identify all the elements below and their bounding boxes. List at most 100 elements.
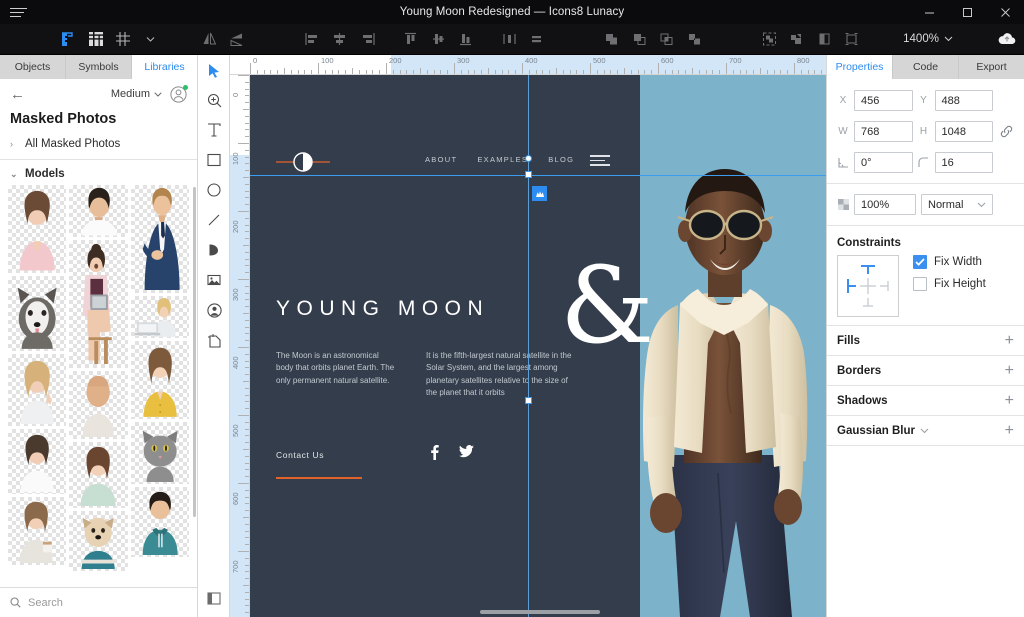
young-moon-logo[interactable]: [276, 151, 330, 173]
add-border-button[interactable]: +: [1005, 363, 1014, 379]
flip-horizontal-icon[interactable]: [196, 25, 224, 53]
tab-properties[interactable]: Properties: [827, 55, 893, 79]
back-arrow-icon[interactable]: ←: [10, 87, 25, 102]
corner-radius-input[interactable]: 16: [935, 152, 994, 173]
mask-icon[interactable]: [755, 25, 783, 53]
thumbnail-grid[interactable]: [0, 185, 197, 617]
pen-tool[interactable]: [198, 235, 230, 265]
maximize-button[interactable]: [948, 0, 986, 24]
convert-outline-icon[interactable]: [838, 25, 866, 53]
close-button[interactable]: [986, 0, 1024, 24]
account-avatar[interactable]: [170, 86, 187, 103]
thumbnail-man-teal-hoodie[interactable]: [131, 487, 189, 557]
artboard-tool[interactable]: [198, 325, 230, 355]
rectangle-tool[interactable]: [198, 145, 230, 175]
nav-link-about[interactable]: ABOUT: [425, 155, 457, 164]
library-item-all-masked-photos[interactable]: › All Masked Photos: [0, 134, 197, 154]
text-tool[interactable]: [198, 115, 230, 145]
blend-mode-select[interactable]: Normal: [921, 194, 993, 215]
align-bottom-icon[interactable]: [452, 25, 480, 53]
selection-rotation-handle[interactable]: [525, 155, 532, 162]
invert-icon[interactable]: [810, 25, 838, 53]
section-fills[interactable]: Fills +: [827, 325, 1024, 355]
difference-icon[interactable]: [681, 25, 709, 53]
pixel-grid-icon[interactable]: [109, 25, 137, 53]
library-group-models[interactable]: ⌄ Models: [0, 160, 197, 186]
canvas-area[interactable]: 0100200300400500600700800 01002003004005…: [230, 55, 826, 617]
thumbnail-woman-white-shirt[interactable]: [8, 429, 66, 494]
subtract-icon[interactable]: [625, 25, 653, 53]
align-top-icon[interactable]: [397, 25, 425, 53]
section-shadows[interactable]: Shadows +: [827, 385, 1024, 415]
select-tool[interactable]: [198, 55, 230, 85]
cloud-icon[interactable]: [990, 32, 1023, 46]
width-input[interactable]: 768: [854, 121, 913, 142]
thumbnail-blonde-woman[interactable]: [8, 354, 66, 426]
hamburger-menu-icon[interactable]: [590, 155, 610, 166]
intersect-icon[interactable]: [653, 25, 681, 53]
thumbnail-man-blue-suit[interactable]: [131, 185, 189, 293]
align-center-horizontal-icon[interactable]: [326, 25, 354, 53]
zoom-level-selector[interactable]: 1400%: [897, 33, 959, 45]
tab-libraries[interactable]: Libraries: [132, 55, 197, 79]
line-tool[interactable]: [198, 205, 230, 235]
app-menu-icon[interactable]: [0, 8, 44, 17]
align-middle-icon[interactable]: [424, 25, 452, 53]
avatar-tool[interactable]: [198, 295, 230, 325]
tab-objects[interactable]: Objects: [0, 55, 66, 79]
thumbnail-grey-cat[interactable]: [131, 422, 189, 484]
thumbnail-woman-mint-blouse[interactable]: [69, 442, 127, 508]
artboard[interactable]: ABOUT EXAMPLES BLOG & YOUNG MOON The Moo…: [250, 75, 826, 617]
thumbnail-woman-at-laptop[interactable]: [131, 296, 189, 338]
chevron-down-icon[interactable]: [137, 25, 165, 53]
fix-width-checkbox[interactable]: Fix Width: [913, 255, 986, 269]
y-input[interactable]: 488: [935, 90, 994, 111]
distribute-vertical-icon[interactable]: [523, 25, 551, 53]
thumbnail-bald-man[interactable]: [69, 371, 127, 439]
image-tool[interactable]: [198, 265, 230, 295]
zoom-tool[interactable]: [198, 85, 230, 115]
selection-handle-top[interactable]: [525, 171, 532, 178]
align-left-icon[interactable]: [298, 25, 326, 53]
height-input[interactable]: 1048: [935, 121, 994, 142]
nav-link-examples[interactable]: EXAMPLES: [477, 155, 528, 164]
panel-toggle-icon[interactable]: [198, 583, 230, 613]
add-blur-button[interactable]: +: [1005, 423, 1014, 439]
thumbnail-size-selector[interactable]: Medium: [111, 88, 162, 100]
horizontal-ruler[interactable]: 0100200300400500600700800: [230, 55, 826, 75]
tab-export[interactable]: Export: [959, 55, 1024, 79]
section-borders[interactable]: Borders +: [827, 355, 1024, 385]
ruler-icon[interactable]: [54, 25, 82, 53]
minimize-button[interactable]: [910, 0, 948, 24]
tab-symbols[interactable]: Symbols: [66, 55, 132, 79]
thumbnail-woman-yellow-shirt[interactable]: [131, 341, 189, 419]
selection-handle-bottom[interactable]: [525, 397, 532, 404]
add-shadow-button[interactable]: +: [1005, 393, 1014, 409]
constraints-diagram[interactable]: [837, 255, 899, 317]
nav-link-blog[interactable]: BLOG: [548, 155, 574, 164]
symbol-badge-icon[interactable]: [532, 186, 547, 201]
thumbnail-woman-seated-stool[interactable]: [69, 240, 127, 368]
library-search[interactable]: Search: [0, 587, 197, 617]
fix-height-checkbox[interactable]: Fix Height: [913, 277, 986, 291]
link-icon[interactable]: [998, 125, 1014, 138]
x-input[interactable]: 456: [854, 90, 913, 111]
thumbnail-woman-coffee-cup[interactable]: [8, 497, 66, 565]
align-right-icon[interactable]: [354, 25, 382, 53]
artboard-contact-link[interactable]: Contact Us: [276, 450, 324, 460]
section-gaussian-blur[interactable]: Gaussian Blur +: [827, 415, 1024, 445]
layout-grid-icon[interactable]: [82, 25, 110, 53]
flip-vertical-icon[interactable]: [224, 25, 252, 53]
library-scrollbar[interactable]: [193, 187, 196, 517]
add-fill-button[interactable]: +: [1005, 333, 1014, 349]
flatten-icon[interactable]: [783, 25, 811, 53]
thumbnail-husky-dog[interactable]: [8, 276, 66, 351]
ellipse-tool[interactable]: [198, 175, 230, 205]
thumbnail-woman-pink-top[interactable]: [8, 185, 66, 273]
thumbnail-man-white-tshirt[interactable]: [69, 185, 127, 237]
vertical-ruler[interactable]: 0100200300400500600700: [230, 75, 250, 617]
canvas-horizontal-scrollbar[interactable]: [480, 610, 600, 614]
union-icon[interactable]: [598, 25, 626, 53]
man-in-shearling-coat-photo[interactable]: [622, 155, 826, 617]
distribute-horizontal-icon[interactable]: [495, 25, 523, 53]
